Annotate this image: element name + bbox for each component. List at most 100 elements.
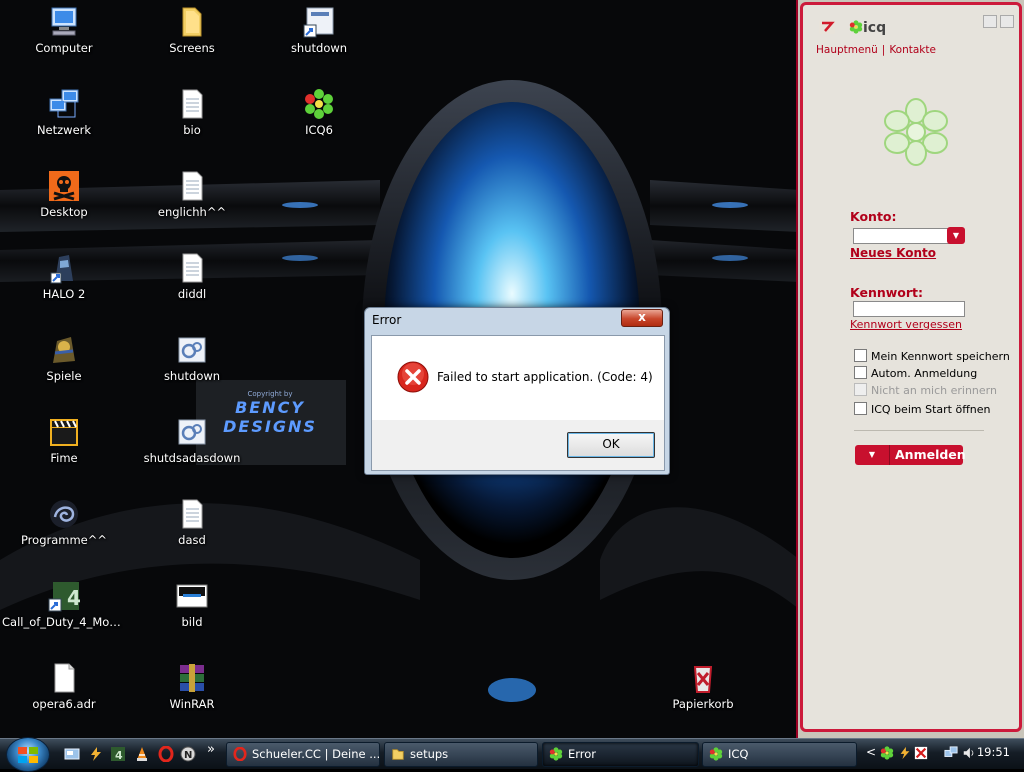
- prosieben-logo-icon: [819, 20, 835, 34]
- nero-icon[interactable]: N: [180, 746, 196, 762]
- forgot-password-link[interactable]: Kennwort vergessen: [850, 318, 962, 331]
- cod4-icon: 4: [47, 579, 81, 613]
- taskbar-clock[interactable]: 19:51: [977, 745, 1010, 759]
- desktop-icon-programme[interactable]: Programme^^: [0, 494, 128, 547]
- desktop-icon-winrar[interactable]: WinRAR: [128, 658, 256, 711]
- dialog-close-button[interactable]: x: [621, 309, 663, 327]
- desktop-icon-spiele[interactable]: Spiele: [0, 330, 128, 383]
- watermark-small: Copyright by: [247, 390, 293, 398]
- taskbar: 4 N » Schueler.CC | Deine ... setups Err…: [0, 737, 1024, 772]
- show-desktop-icon[interactable]: [64, 746, 80, 762]
- taskbar-item-label: Schueler.CC | Deine ...: [252, 747, 380, 761]
- desktop-icon-label: HALO 2: [42, 287, 86, 301]
- games-icon: [47, 333, 81, 367]
- taskbar-item-label: Error: [568, 747, 597, 761]
- menu-separator: |: [881, 44, 886, 56]
- checkbox[interactable]: [854, 349, 867, 362]
- vlc-icon[interactable]: [134, 746, 150, 762]
- option-save-password[interactable]: Mein Kennwort speichern: [854, 349, 1010, 363]
- text-file-icon: [175, 497, 209, 531]
- desktop-icon-diddl[interactable]: diddl: [128, 248, 256, 301]
- desktop-icon-cod4[interactable]: 4 Call_of_Duty_4_Mode...: [0, 576, 128, 629]
- desktop-icon-computer[interactable]: Computer: [0, 2, 128, 55]
- desktop-icon-desktop[interactable]: Desktop: [0, 166, 128, 219]
- chevron-down-icon[interactable]: ▼: [855, 445, 890, 465]
- desktop-icon-label: ICQ6: [305, 123, 333, 137]
- icq-logo-text: icq: [863, 20, 887, 36]
- computer-icon: [47, 5, 81, 39]
- option-label: ICQ beim Start öffnen: [871, 403, 991, 416]
- desktop-icon-icq6[interactable]: ICQ6: [255, 84, 383, 137]
- image-file-icon: [175, 579, 209, 613]
- volume-tray-icon[interactable]: [962, 746, 976, 760]
- skull-icon: [47, 169, 81, 203]
- new-account-link[interactable]: Neues Konto: [850, 246, 936, 260]
- desktop-icon-halo2[interactable]: HALO 2: [0, 248, 128, 301]
- cod4-quicklaunch-icon[interactable]: 4: [110, 746, 126, 762]
- desktop-icon-fime[interactable]: Fime: [0, 412, 128, 465]
- account-dropdown-button[interactable]: ▼: [947, 227, 965, 244]
- icq-window[interactable]: icq Hauptmenü | Kontakte Konto: ▼ Neues Ko…: [796, 0, 1024, 738]
- desktop-icon-shutdown-shortcut[interactable]: shutdown: [255, 2, 383, 55]
- taskbar-item-icq[interactable]: ICQ: [702, 742, 857, 767]
- icq-tray-icon[interactable]: [880, 746, 894, 760]
- account-input[interactable]: [853, 228, 959, 244]
- login-button-label: Anmelden: [895, 447, 966, 462]
- quicklaunch-more-button[interactable]: »: [207, 742, 215, 757]
- divider: [854, 430, 984, 431]
- text-file-icon: [175, 251, 209, 285]
- desktop-icon-label: bild: [181, 615, 203, 629]
- minimize-button[interactable]: [983, 15, 997, 28]
- option-auto-login[interactable]: Autom. Anmeldung: [854, 366, 977, 380]
- antivirus-tray-icon[interactable]: [914, 746, 928, 760]
- desktop-icon-label: Papierkorb: [672, 697, 734, 711]
- file-icon: [47, 661, 81, 695]
- desktop-icon-label: Screens: [169, 41, 215, 55]
- dialog-body: Failed to start application. (Code: 4) O…: [371, 335, 665, 471]
- tray-expand-button[interactable]: <: [866, 745, 876, 759]
- start-button[interactable]: [6, 737, 50, 772]
- lightning-tray-icon[interactable]: [898, 746, 912, 760]
- opera-icon[interactable]: [158, 745, 174, 763]
- taskbar-item-error[interactable]: Error: [542, 742, 699, 767]
- error-dialog[interactable]: Error x Failed to start application. (Co…: [364, 307, 670, 475]
- network-tray-icon[interactable]: [944, 746, 958, 760]
- desktop-icon-label: dasd: [178, 533, 206, 547]
- desktop-icon-papierkorb[interactable]: Papierkorb: [639, 658, 767, 711]
- login-button[interactable]: ▼ Anmelden: [855, 445, 966, 465]
- desktop-icon-screens[interactable]: Screens: [128, 2, 256, 55]
- option-dont-remind: Nicht an mich erinnern: [854, 383, 997, 397]
- desktop-icon-bild[interactable]: bild: [128, 576, 256, 629]
- close-button[interactable]: [1000, 15, 1014, 28]
- desktop-icon-shutdsadasdown[interactable]: shutdsadasdown: [128, 412, 256, 465]
- desktop-icon-opera6-adr[interactable]: opera6.adr: [0, 658, 128, 711]
- option-label: Mein Kennwort speichern: [871, 350, 1010, 363]
- clapper-icon: [47, 415, 81, 449]
- error-icon: [397, 361, 429, 393]
- desktop-icon-englichh[interactable]: englichh^^: [128, 166, 256, 219]
- desktop-icon-netzwerk[interactable]: Netzwerk: [0, 84, 128, 137]
- taskbar-item-setups[interactable]: setups: [384, 742, 538, 767]
- icq-large-flower-icon: [884, 98, 948, 166]
- lightning-app-icon[interactable]: [88, 746, 104, 762]
- opera-icon: [233, 746, 247, 762]
- svg-text:N: N: [184, 750, 192, 761]
- checkbox[interactable]: [854, 402, 867, 415]
- taskbar-item-opera[interactable]: Schueler.CC | Deine ...: [226, 742, 380, 767]
- menu-hauptmenu[interactable]: Hauptmenü: [816, 44, 878, 56]
- desktop-icon-label: shutdsadasdown: [143, 451, 241, 465]
- icq-flower-icon: [849, 20, 863, 34]
- password-input[interactable]: [853, 301, 965, 317]
- dialog-titlebar[interactable]: Error x: [365, 308, 669, 332]
- desktop-icon-dasd[interactable]: dasd: [128, 494, 256, 547]
- desktop-icon-shutdown-batch[interactable]: shutdown: [128, 330, 256, 383]
- svg-text:4: 4: [67, 586, 81, 610]
- recycle-bin-icon: [686, 661, 720, 695]
- ok-button[interactable]: OK: [567, 432, 655, 458]
- menu-kontakte[interactable]: Kontakte: [889, 44, 936, 56]
- dialog-title: Error: [372, 313, 402, 327]
- desktop-icon-label: Computer: [35, 41, 93, 55]
- desktop-icon-bio[interactable]: bio: [128, 84, 256, 137]
- checkbox[interactable]: [854, 366, 867, 379]
- option-open-on-start[interactable]: ICQ beim Start öffnen: [854, 402, 991, 416]
